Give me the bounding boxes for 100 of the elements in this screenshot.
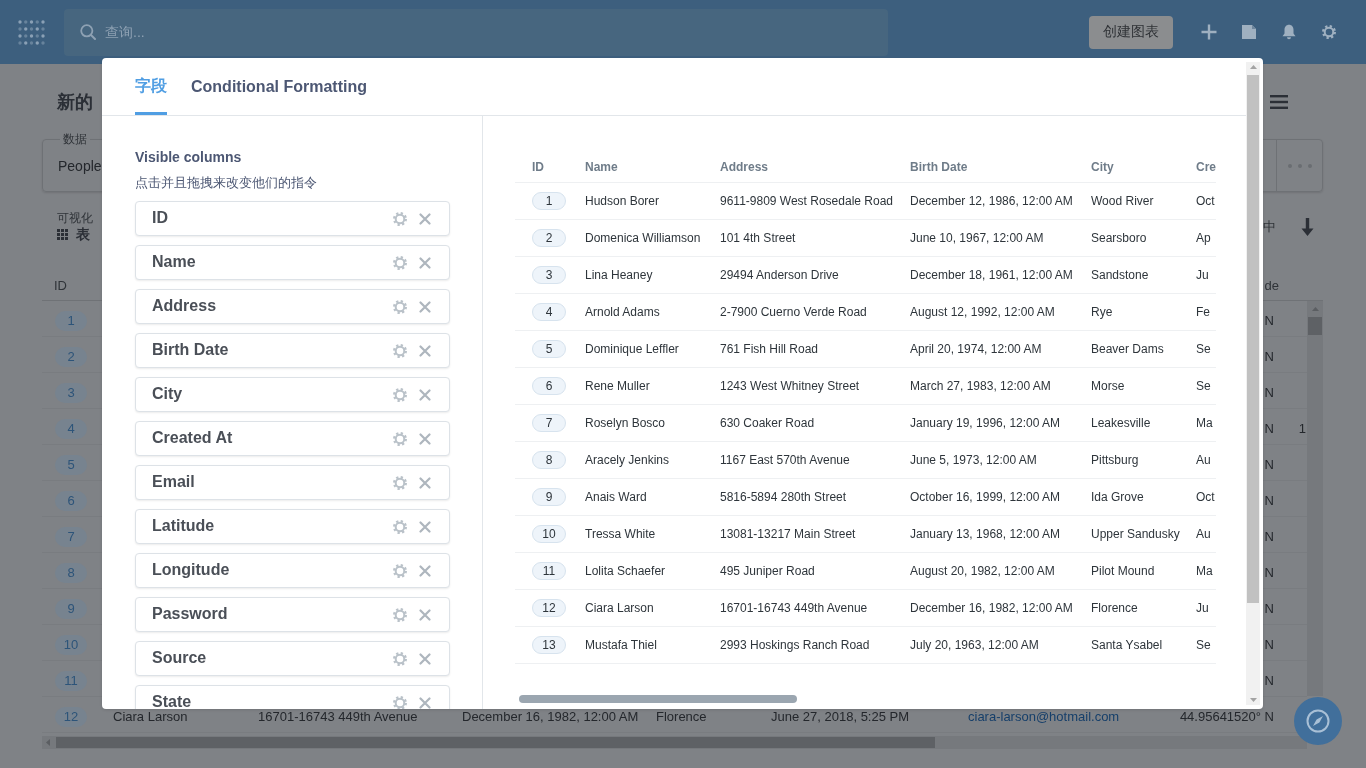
- settings-icon[interactable]: [392, 606, 408, 623]
- settings-icon[interactable]: [392, 518, 408, 535]
- horizontal-scrollbar[interactable]: [519, 695, 797, 703]
- close-icon[interactable]: [419, 212, 431, 225]
- city-text: Santa Ysabel: [1091, 638, 1163, 652]
- close-icon[interactable]: [419, 652, 431, 665]
- settings-icon[interactable]: [392, 562, 408, 579]
- id-badge[interactable]: 11: [532, 562, 566, 580]
- download-icon[interactable]: [1301, 217, 1314, 236]
- column-header[interactable]: Birth Date: [910, 160, 968, 174]
- search-field[interactable]: 查询...: [64, 8, 888, 56]
- column-item[interactable]: Birth Date: [135, 333, 450, 368]
- city-text: Leakesville: [1091, 416, 1151, 430]
- id-badge[interactable]: 10: [532, 525, 566, 543]
- id-badge[interactable]: 8: [532, 451, 566, 469]
- name-text: Dominique Leffler: [585, 342, 679, 356]
- close-icon[interactable]: [419, 476, 431, 489]
- column-header[interactable]: City: [1091, 160, 1114, 174]
- name-text: Roselyn Bosco: [585, 416, 666, 430]
- close-icon[interactable]: [419, 564, 431, 577]
- settings-icon[interactable]: [392, 430, 408, 447]
- date-text: Oct: [1196, 194, 1215, 208]
- number-text: 1: [1298, 421, 1306, 436]
- id-badge[interactable]: 5: [532, 340, 566, 358]
- settings-icon[interactable]: [392, 474, 408, 491]
- scroll-down-icon[interactable]: [1249, 698, 1257, 702]
- settings-icon[interactable]: [392, 254, 408, 271]
- name-text: Domenica Williamson: [585, 231, 701, 245]
- close-icon[interactable]: [419, 256, 431, 269]
- column-item[interactable]: Address: [135, 289, 450, 324]
- id-badge[interactable]: 7: [532, 414, 566, 432]
- latitude-text: N: [1264, 493, 1274, 508]
- vertical-scrollbar[interactable]: [1246, 62, 1260, 705]
- latitude-text: N: [1264, 385, 1274, 400]
- tab[interactable]: Conditional Formatting: [191, 58, 367, 115]
- date-text: June 27, 2018, 5:25 PM: [771, 709, 910, 724]
- address-text: 1243 West Whitney Street: [720, 379, 860, 393]
- id-badge[interactable]: 3: [532, 266, 566, 284]
- date-text: Ju: [1196, 601, 1209, 615]
- date-text: June 5, 1973, 12:00 AM: [910, 453, 1037, 467]
- column-item[interactable]: Latitude: [135, 509, 450, 544]
- menu-icon[interactable]: [1270, 95, 1288, 109]
- scroll-thumb[interactable]: [56, 737, 935, 748]
- date-text: Ma: [1196, 564, 1213, 578]
- column-item[interactable]: Longitude: [135, 553, 450, 588]
- id-badge[interactable]: 6: [532, 377, 566, 395]
- column-item[interactable]: State: [135, 685, 450, 709]
- data-label: 数据: [60, 132, 90, 146]
- name-text: Anais Ward: [585, 490, 647, 504]
- id-badge[interactable]: 1: [532, 192, 566, 210]
- settings-icon[interactable]: [392, 210, 408, 227]
- settings-icon[interactable]: [392, 342, 408, 359]
- table-name[interactable]: People: [58, 157, 102, 175]
- close-icon[interactable]: [419, 696, 431, 709]
- column-item[interactable]: Created At: [135, 421, 450, 456]
- hint-text: 点击并且拖拽来改变他们的指令: [135, 175, 318, 191]
- column-item[interactable]: City: [135, 377, 450, 412]
- settings-icon[interactable]: [392, 386, 408, 403]
- settings-icon[interactable]: [1321, 24, 1337, 40]
- settings-icon[interactable]: [392, 650, 408, 667]
- close-icon[interactable]: [419, 608, 431, 621]
- scroll-thumb[interactable]: [1308, 317, 1322, 335]
- id-badge[interactable]: 9: [532, 488, 566, 506]
- vertical-scrollbar[interactable]: [1307, 301, 1323, 696]
- column-item[interactable]: Source: [135, 641, 450, 676]
- new-question-button[interactable]: 创建图表: [1089, 15, 1173, 49]
- name-text: Hudson Borer: [585, 194, 660, 208]
- name-text: Mustafa Thiel: [585, 638, 657, 652]
- plus-icon[interactable]: [1201, 24, 1217, 40]
- close-icon[interactable]: [419, 388, 431, 401]
- column-item[interactable]: Name: [135, 245, 450, 280]
- column-item[interactable]: Password: [135, 597, 450, 632]
- horizontal-scrollbar[interactable]: [42, 736, 1307, 749]
- date-text: Se: [1196, 379, 1211, 393]
- document-icon[interactable]: [1241, 24, 1257, 40]
- dot-grid-icon[interactable]: [18, 18, 45, 46]
- column-item[interactable]: Email: [135, 465, 450, 500]
- column-header[interactable]: Address: [720, 160, 769, 174]
- city-text: Florence: [1091, 601, 1138, 615]
- scroll-thumb[interactable]: [1247, 75, 1259, 603]
- column-header[interactable]: Cre: [1196, 160, 1216, 174]
- address-text: 29494 Anderson Drive: [720, 268, 839, 282]
- close-icon[interactable]: [419, 300, 431, 313]
- id-badge[interactable]: 2: [532, 229, 566, 247]
- settings-icon[interactable]: [392, 298, 408, 315]
- compass-button[interactable]: [1294, 697, 1342, 745]
- latitude-text: N: [1264, 565, 1274, 580]
- bell-icon[interactable]: [1281, 24, 1297, 40]
- close-icon[interactable]: [419, 344, 431, 357]
- column-header[interactable]: Name: [585, 160, 618, 174]
- id-badge[interactable]: 13: [532, 636, 566, 654]
- settings-icon[interactable]: [392, 694, 408, 709]
- date-text: August 20, 1982, 12:00 AM: [910, 564, 1055, 578]
- column-header[interactable]: ID: [532, 160, 544, 174]
- close-icon[interactable]: [419, 520, 431, 533]
- close-icon[interactable]: [419, 432, 431, 445]
- column-item[interactable]: ID: [135, 201, 450, 236]
- id-badge[interactable]: 4: [532, 303, 566, 321]
- id-badge[interactable]: 12: [532, 599, 566, 617]
- date-text: Oct: [1196, 490, 1215, 504]
